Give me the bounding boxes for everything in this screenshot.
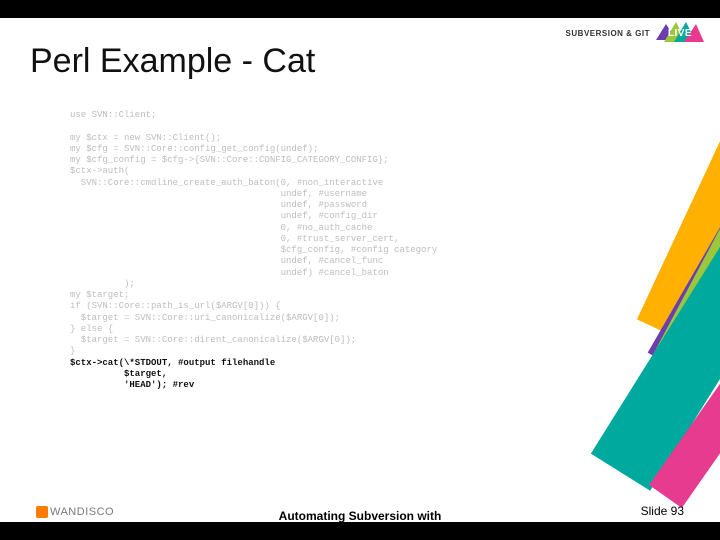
ribbon-green — [631, 166, 720, 414]
footer-logo-text: WANDISCO — [50, 506, 114, 518]
code-block: use SVN::Client; my $ctx = new SVN::Clie… — [70, 110, 630, 391]
code-pre: use SVN::Client; my $ctx = new SVN::Clie… — [70, 110, 437, 356]
slide-title: Perl Example - Cat — [30, 42, 315, 81]
header-brand-area: SUBVERSION & GIT LIVE — [566, 20, 704, 46]
live-badge-text: LIVE — [656, 20, 704, 46]
slide-number: Slide 93 — [641, 504, 684, 518]
live-badge: LIVE — [656, 20, 704, 46]
footer-logo: WANDISCO — [36, 506, 114, 518]
code-highlight: $ctx->cat(\*STDOUT, #output filehandle $… — [70, 358, 275, 391]
ribbon-magenta — [649, 272, 720, 508]
ribbon-purple — [648, 127, 720, 372]
slide: SUBVERSION & GIT LIVE Perl Example - Cat… — [0, 0, 720, 540]
header-brand-text: SUBVERSION & GIT — [566, 29, 650, 38]
ribbon-yellow — [637, 84, 720, 337]
top-bar — [0, 0, 720, 18]
bottom-bar — [0, 522, 720, 540]
footer-logo-icon — [36, 506, 48, 518]
